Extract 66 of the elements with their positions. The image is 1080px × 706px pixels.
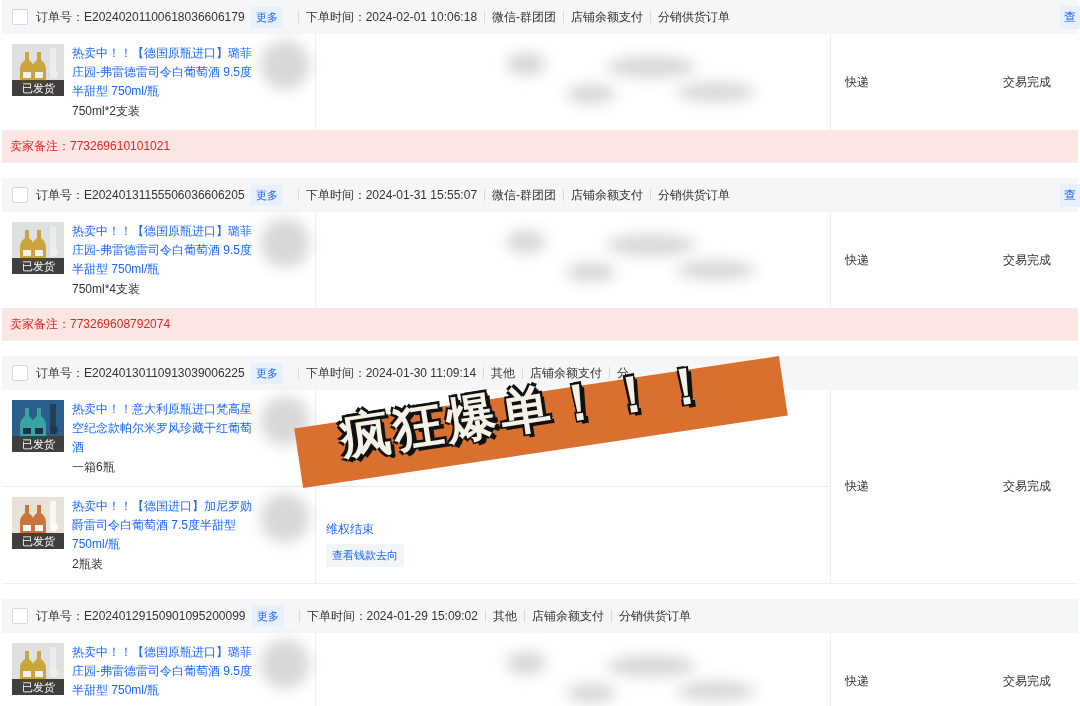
after-sale-status[interactable]: 维权结束 <box>326 521 830 538</box>
delivery-method: 快递 <box>844 251 870 269</box>
checkbox[interactable] <box>12 365 28 381</box>
order-number: 订单号：E20240129150901095200099 <box>36 607 246 625</box>
shipped-label: 已发货 <box>12 533 64 549</box>
blurred-region <box>506 651 546 675</box>
shipped-label: 已发货 <box>12 436 64 452</box>
blurred-region <box>260 639 310 689</box>
more-button[interactable]: 更多 <box>250 362 283 384</box>
view-button[interactable]: 查 <box>1060 184 1080 207</box>
more-button[interactable]: 更多 <box>250 184 283 206</box>
order-type: 分销供货订单 <box>658 186 731 204</box>
more-button[interactable]: 更多 <box>250 6 283 28</box>
refund-flow-button[interactable]: 查看钱款去向 <box>326 544 404 567</box>
blurred-region <box>260 40 310 90</box>
order-time: 下单时间：2024-01-30 11:09:14 <box>305 364 477 382</box>
checkbox[interactable] <box>12 9 28 25</box>
blurred-region <box>506 230 546 254</box>
order-number: 订单号：E20240131155506036606205 <box>36 186 245 204</box>
product-link[interactable]: 热卖中！！【德国进口】加尼罗勋爵雷司令白葡萄酒 7.5度半甜型 750ml/瓶 <box>72 497 254 554</box>
delivery-method: 快递 <box>844 478 870 495</box>
payment-method: 店铺余额支付 <box>530 364 603 382</box>
product-spec: 一箱6瓶 <box>72 459 116 476</box>
blurred-region <box>260 396 310 446</box>
product-spec: 2瓶装 <box>72 556 104 573</box>
order-time: 下单时间：2024-01-29 15:09:02 <box>306 607 478 625</box>
order-type: 分销供货订单 <box>618 607 691 625</box>
shipped-label: 已发货 <box>12 679 64 695</box>
product-link[interactable]: 热卖中！！【德国原瓶进口】璐菲庄园-弗雷德雷司令白葡萄酒 9.5度半甜型 750ml/瓶 <box>72 44 254 101</box>
checkbox[interactable] <box>12 608 28 624</box>
order-time: 下单时间：2024-02-01 10:06:18 <box>305 8 478 26</box>
order-channel: 微信-群团团 <box>492 8 557 26</box>
order-type: 分销供货订单 <box>658 8 731 26</box>
order-status: 交易完成 <box>1002 672 1051 690</box>
checkbox[interactable] <box>12 187 28 203</box>
product-spec: 750ml*2支装 <box>72 103 142 120</box>
product-link[interactable]: 热卖中！！【德国原瓶进口】璐菲庄园-弗雷德雷司令白葡萄酒 9.5度半甜型 750ml/瓶 <box>72 222 254 279</box>
order-channel: 微信-群团团 <box>492 186 557 204</box>
product-link[interactable]: 热卖中！！【德国原瓶进口】璐菲庄园-弗雷德雷司令白葡萄酒 9.5度半甜型 750ml/瓶 <box>72 643 254 700</box>
order-time: 下单时间：2024-01-31 15:55:07 <box>305 186 478 204</box>
blurred-region <box>566 84 616 104</box>
delivery-method: 快递 <box>844 73 870 91</box>
blurred-region <box>566 683 616 703</box>
order-channel: 其他 <box>491 364 516 382</box>
shipped-label: 已发货 <box>12 258 64 274</box>
product-spec: 750ml*4支装 <box>72 281 142 298</box>
order-status: 交易完成 <box>1002 73 1051 91</box>
shipped-label: 已发货 <box>12 80 64 96</box>
blurred-region <box>260 493 310 543</box>
order-channel: 其他 <box>492 607 517 625</box>
seller-note: 卖家备注：773269610101021 <box>2 130 1078 162</box>
order-number: 订单号：E20240201100618036606179 <box>36 8 245 26</box>
payment-method: 店铺余额支付 <box>571 186 644 204</box>
more-button[interactable]: 更多 <box>251 605 284 627</box>
delivery-method: 快递 <box>844 672 870 690</box>
payment-method: 店铺余额支付 <box>531 607 604 625</box>
blurred-region <box>506 52 546 76</box>
payment-method: 店铺余额支付 <box>571 8 644 26</box>
order-number: 订单号：E20240130110913039006225 <box>36 364 245 382</box>
blurred-region <box>566 262 616 282</box>
order-status: 交易完成 <box>1002 478 1051 495</box>
view-button[interactable]: 查 <box>1060 6 1080 29</box>
blurred-region <box>260 218 310 268</box>
seller-note: 卖家备注：773269608792074 <box>2 308 1078 340</box>
order-status: 交易完成 <box>1002 251 1051 269</box>
product-link[interactable]: 热卖中！！意大利原瓶进口梵高星空纪念款帕尔米罗风珍藏干红葡萄酒 <box>72 400 254 457</box>
